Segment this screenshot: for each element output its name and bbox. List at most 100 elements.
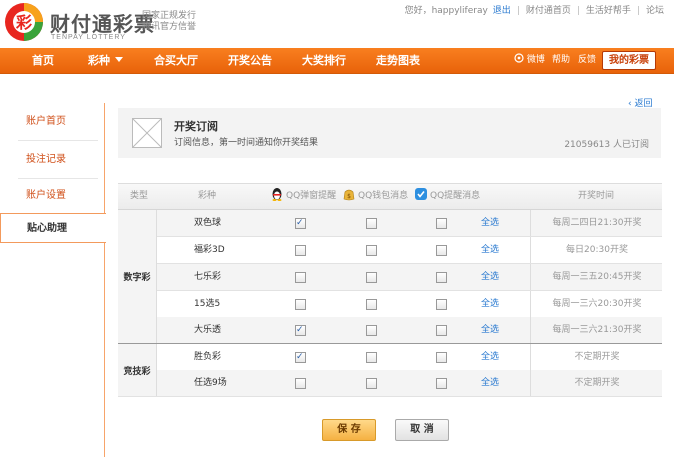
image-placeholder-icon	[132, 118, 162, 148]
header-type: 类型	[130, 191, 149, 201]
forum-link[interactable]: 论坛	[646, 3, 664, 16]
header-qq-popup: QQ弹窗提醒	[270, 184, 336, 209]
select-all-link[interactable]: 全选	[481, 291, 499, 317]
svg-text:$: $	[347, 193, 351, 200]
qq-reminder-checkbox[interactable]	[436, 272, 447, 283]
select-all-link[interactable]: 全选	[481, 370, 499, 396]
table-row: 胜负彩 全选 不定期开奖	[118, 344, 662, 371]
svg-text:彩: 彩	[15, 13, 32, 32]
qq-reminder-checkbox[interactable]	[436, 218, 447, 229]
lottery-logo-icon: 彩	[5, 3, 43, 41]
lottery-name: 大乐透	[194, 325, 222, 335]
lottery-name: 胜负彩	[194, 352, 222, 362]
logo-subtitle: TENPAY LOTTERY	[51, 34, 126, 41]
lottery-name: 15选5	[194, 299, 221, 309]
qq-popup-checkbox[interactable]	[295, 245, 306, 256]
sidebar-item-account-settings[interactable]: 账户设置	[0, 181, 104, 211]
reminder-icon	[415, 188, 427, 200]
select-all-link[interactable]: 全选	[481, 344, 499, 370]
table-header: 类型 彩种 QQ弹窗提醒 $ QQ钱包消息 QQ提醒消息 开奖时间	[118, 184, 662, 210]
nav-top-prizes[interactable]: 大奖排行	[302, 48, 346, 73]
nav-feedback[interactable]: 反馈	[578, 48, 596, 73]
divider: |	[576, 6, 580, 16]
group-divider	[118, 343, 662, 344]
select-all-link[interactable]: 全选	[481, 237, 499, 263]
nav-trend-charts[interactable]: 走势图表	[376, 48, 420, 73]
qq-popup-checkbox[interactable]	[295, 378, 306, 389]
divider: |	[636, 6, 640, 16]
table-row: 任选9场 全选 不定期开奖	[118, 370, 662, 397]
select-all-link[interactable]: 全选	[481, 317, 499, 343]
table-row: 双色球 全选 每周二四日21:30开奖	[118, 210, 662, 237]
sidebar-divider	[18, 140, 98, 141]
nav-home[interactable]: 首页	[32, 48, 54, 73]
nav-weibo[interactable]: 微博	[514, 48, 545, 73]
qq-wallet-checkbox[interactable]	[366, 272, 377, 283]
table-row: 七乐彩 全选 每周一三五20:45开奖	[118, 264, 662, 291]
qq-wallet-checkbox[interactable]	[366, 245, 377, 256]
my-lottery-button[interactable]: 我的彩票	[602, 51, 656, 70]
tagline-line-2: 腾讯官方信誉	[142, 22, 197, 32]
lottery-name: 福彩3D	[194, 245, 225, 255]
lottery-name: 任选9场	[194, 378, 227, 388]
sidebar-item-bet-records[interactable]: 投注记录	[0, 145, 104, 175]
greeting: 您好，happyliferay	[404, 6, 488, 16]
draw-time: 每周一三六21:30开奖	[530, 317, 663, 343]
sidebar-item-account-home[interactable]: 账户首页	[0, 107, 104, 137]
qq-wallet-checkbox[interactable]	[366, 299, 377, 310]
save-button[interactable]: 保 存	[322, 419, 376, 441]
tenpay-home-link[interactable]: 财付通首页	[526, 3, 571, 16]
qq-popup-checkbox[interactable]	[295, 344, 306, 370]
cancel-button[interactable]: 取 消	[395, 419, 449, 441]
header-qq-popup-label: QQ弹窗提醒	[286, 191, 337, 201]
group-label-sports: 竞技彩	[118, 344, 157, 396]
nav-draw-results[interactable]: 开奖公告	[228, 48, 272, 73]
subscription-description: 订阅信息，第一时间通知你开奖结果	[174, 138, 319, 148]
qq-reminder-checkbox[interactable]	[436, 378, 447, 389]
lottery-name: 双色球	[194, 218, 222, 228]
table-row: 福彩3D 全选 每日20:30开奖	[118, 237, 662, 264]
qq-popup-checkbox[interactable]	[295, 210, 306, 236]
qq-reminder-checkbox[interactable]	[436, 352, 447, 363]
draw-time: 不定期开奖	[530, 370, 663, 396]
table-row: 15选5 全选 每周一三六20:30开奖	[118, 291, 662, 318]
tagline: 国家正规发行 腾讯官方信誉	[142, 11, 196, 33]
group-label-digital: 数字彩	[118, 210, 157, 343]
qq-wallet-checkbox[interactable]	[366, 352, 377, 363]
qq-popup-checkbox[interactable]	[295, 272, 306, 283]
select-all-link[interactable]: 全选	[481, 264, 499, 290]
weibo-label: 微博	[526, 55, 545, 65]
qq-wallet-checkbox[interactable]	[366, 325, 377, 336]
sidebar-border	[104, 103, 105, 457]
draw-time: 每周二四日21:30开奖	[530, 210, 663, 236]
subscriber-count: 21059613 人已订阅	[564, 140, 649, 150]
qq-reminder-checkbox[interactable]	[436, 299, 447, 310]
qq-wallet-checkbox[interactable]	[366, 378, 377, 389]
sidebar-item-assistant[interactable]: 贴心助理	[0, 213, 106, 243]
qq-penguin-icon	[272, 188, 282, 201]
life-helper-link[interactable]: 生活好帮手	[586, 3, 631, 16]
wallet-bag-icon: $	[343, 189, 355, 201]
qq-popup-checkbox[interactable]	[295, 317, 306, 343]
sidebar-divider	[18, 178, 98, 179]
logout-link[interactable]: 退出	[493, 3, 511, 16]
draw-time: 不定期开奖	[530, 344, 663, 370]
qq-reminder-checkbox[interactable]	[436, 245, 447, 256]
nav-lottery-types-label: 彩种	[88, 54, 110, 67]
qq-wallet-checkbox[interactable]	[366, 218, 377, 229]
nav-group-buy[interactable]: 合买大厅	[154, 48, 198, 73]
qq-popup-checkbox[interactable]	[295, 299, 306, 310]
qq-reminder-checkbox[interactable]	[436, 325, 447, 336]
draw-time: 每周一三五20:45开奖	[530, 264, 663, 290]
nav-lottery-types[interactable]: 彩种	[88, 48, 123, 73]
sidebar: 账户首页 投注记录 账户设置 贴心助理	[0, 103, 106, 457]
header-qq-reminder: QQ提醒消息	[414, 184, 480, 209]
page-title: 开奖订阅	[174, 120, 218, 133]
top-links: 您好，happyliferay 退出 | 财付通首页 | 生活好帮手 | 论坛	[405, 3, 664, 16]
header-draw-time: 开奖时间	[578, 191, 615, 201]
select-all-link[interactable]: 全选	[481, 210, 499, 236]
header-lottery: 彩种	[198, 191, 217, 201]
main-nav: 首页 彩种 合买大厅 开奖公告 大奖排行 走势图表 微博 帮助 反馈 我的彩票	[0, 48, 674, 74]
subscription-banner: 开奖订阅 订阅信息，第一时间通知你开奖结果 21059613 人已订阅	[118, 108, 661, 158]
nav-help[interactable]: 帮助	[552, 48, 570, 73]
